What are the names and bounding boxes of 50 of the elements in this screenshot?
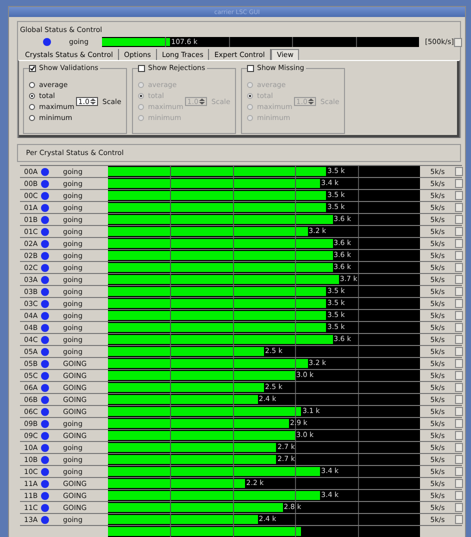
status-dot [41, 480, 49, 488]
checkbox[interactable] [138, 64, 145, 72]
status-dot [41, 372, 49, 380]
status-dot [41, 288, 49, 296]
checkbox[interactable] [247, 64, 254, 72]
status-dot [41, 324, 49, 332]
checkbox[interactable] [29, 64, 36, 72]
spin-arrows-icon[interactable] [198, 98, 206, 105]
status-dot [41, 216, 49, 224]
radio-button[interactable] [247, 93, 253, 99]
radio-button[interactable] [247, 82, 253, 88]
status-dot [41, 420, 49, 428]
radio-button[interactable] [29, 115, 35, 121]
status-dot [41, 408, 49, 416]
radio-button[interactable] [29, 82, 35, 88]
status-dot [41, 336, 49, 344]
status-dot [41, 360, 49, 368]
status-dot [41, 252, 49, 260]
radio-button[interactable] [29, 104, 35, 110]
status-dot [41, 240, 49, 248]
status-dot [41, 444, 49, 452]
spin-arrows-icon[interactable] [89, 98, 98, 105]
status-dot [41, 516, 49, 524]
status-dot [41, 384, 49, 392]
status-dot [41, 312, 49, 320]
status-dot [41, 192, 49, 200]
status-dot [41, 168, 49, 176]
status-dot [41, 504, 49, 512]
radio-button[interactable] [138, 104, 144, 110]
status-dot [41, 432, 49, 440]
status-dot [41, 228, 49, 236]
status-dot [41, 180, 49, 188]
status-dot [41, 348, 49, 356]
status-dot [41, 276, 49, 284]
radio-button[interactable] [247, 104, 253, 110]
status-dot [41, 264, 49, 272]
status-dot [41, 492, 49, 500]
options-button[interactable] [454, 38, 462, 46]
radio-button[interactable] [138, 82, 144, 88]
status-dot [41, 468, 49, 476]
radio-button[interactable] [29, 93, 35, 99]
radio-button[interactable] [138, 115, 144, 121]
status-dot [43, 38, 51, 46]
status-dot [41, 300, 49, 308]
spin-arrows-icon[interactable] [307, 98, 316, 105]
radio-button[interactable] [138, 93, 144, 99]
status-dot [41, 396, 49, 404]
status-dot [41, 456, 49, 464]
status-dot [41, 204, 49, 212]
radio-button[interactable] [247, 115, 253, 121]
